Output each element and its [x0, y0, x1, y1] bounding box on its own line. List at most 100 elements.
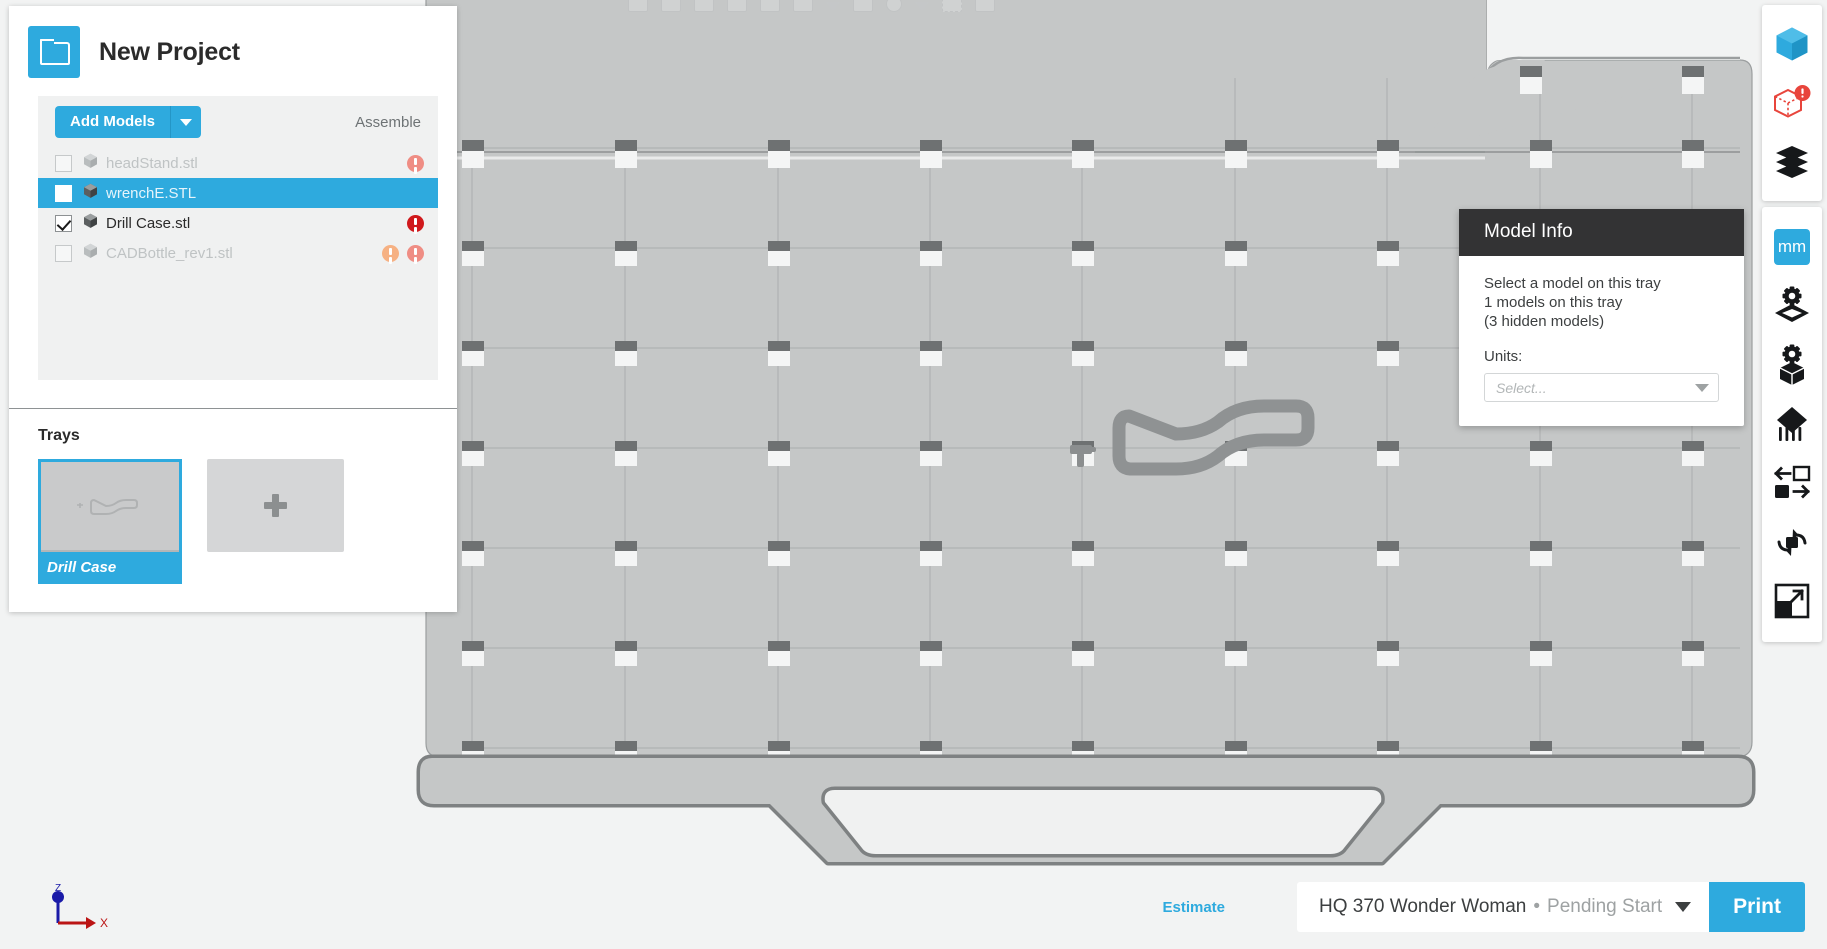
- model-name: wrenchE.STL: [106, 184, 197, 202]
- axis-z-label: Z: [55, 883, 61, 894]
- trays-title: Trays: [38, 427, 80, 444]
- axis-x-label: X: [100, 916, 108, 930]
- list-item-wrenche[interactable]: wrenchE.STL: [38, 178, 438, 208]
- units-mm-button[interactable]: mm: [1762, 217, 1822, 276]
- model-visibility-checkbox[interactable]: [55, 154, 72, 172]
- mm-units-label: mm: [1777, 236, 1807, 256]
- ghost-button[interactable]: [760, 0, 780, 12]
- estimate-button[interactable]: Estimate: [1162, 899, 1225, 916]
- list-item-headstand[interactable]: headStand.stl: [38, 148, 438, 178]
- models-toolbar: Add Models Assemble: [38, 96, 438, 148]
- model-settings-button[interactable]: [1762, 335, 1822, 394]
- trays-panel: Trays Drill Case: [9, 409, 457, 612]
- cube-icon: [83, 153, 98, 174]
- project-header: New Project: [9, 6, 457, 96]
- wireframe-cube-alert-icon: [1774, 84, 1811, 118]
- axis-orientation-widget: Z X: [44, 881, 114, 931]
- model-info-body: Select a model on this tray 1 models on …: [1459, 256, 1744, 426]
- cube-icon: [83, 183, 98, 204]
- tray-card-caption: Drill Case: [38, 552, 182, 584]
- status-badge-warning[interactable]: [407, 244, 424, 262]
- tray-card-drill-case[interactable]: Drill Case: [38, 459, 182, 584]
- tray-settings-button[interactable]: [1762, 276, 1822, 335]
- add-models-dropdown-button[interactable]: [170, 106, 201, 138]
- tray-strip: Drill Case: [38, 459, 457, 584]
- ghost-button[interactable]: [727, 0, 747, 12]
- view-mode-toolbar: [1762, 5, 1822, 201]
- project-panel: New Project Add Models Assemble headStan…: [9, 6, 457, 390]
- rotate-button[interactable]: [1762, 512, 1822, 571]
- gear-cube-icon: [1779, 344, 1805, 385]
- bottom-action-bar: Estimate HQ 370 Wonder Woman • Pending S…: [1162, 865, 1827, 949]
- tray-thumbnail[interactable]: [38, 459, 182, 552]
- cube-icon: [83, 243, 98, 264]
- add-tray-button[interactable]: [207, 459, 344, 552]
- tray-thumbnail-baseline: [41, 550, 179, 552]
- models-panel: Add Models Assemble headStand.stl wrench…: [38, 96, 438, 380]
- ghost-button[interactable]: [661, 0, 681, 12]
- tools-toolbar: mm: [1762, 207, 1822, 642]
- model-list: headStand.stl wrenchE.STL Drill Case.stl…: [38, 148, 438, 270]
- list-item-cadbottle[interactable]: CADBottle_rev1.stl: [38, 238, 438, 268]
- printer-separator: •: [1533, 896, 1541, 917]
- add-models-group: Add Models: [55, 106, 201, 138]
- status-badges: [382, 244, 424, 262]
- ghost-caret-icon[interactable]: [915, 2, 929, 12]
- model-visibility-checkbox[interactable]: [55, 244, 72, 262]
- chevron-down-icon: [180, 118, 192, 126]
- left-sidebar: New Project Add Models Assemble headStan…: [9, 6, 457, 612]
- supports-button[interactable]: [1762, 394, 1822, 453]
- status-badge-error[interactable]: [407, 214, 424, 232]
- ghost-button[interactable]: [886, 0, 902, 12]
- status-badge-caution[interactable]: [382, 244, 399, 262]
- model-list-empty-space: [38, 270, 438, 380]
- scale-button[interactable]: [1762, 571, 1822, 630]
- chevron-down-icon: [1695, 383, 1709, 392]
- model-info-line-1: Select a model on this tray: [1484, 275, 1661, 292]
- printer-panel: HQ 370 Wonder Woman • Pending Start Prin…: [1285, 872, 1817, 942]
- printer-status: Pending Start: [1547, 896, 1663, 917]
- ghost-button[interactable]: [853, 0, 873, 12]
- swap-button[interactable]: [1762, 453, 1822, 512]
- status-badge-warning[interactable]: [407, 154, 424, 172]
- ghost-button[interactable]: [975, 0, 995, 12]
- status-badges: [407, 154, 424, 172]
- model-visibility-checkbox[interactable]: [55, 214, 72, 232]
- view-layers-button[interactable]: [1762, 132, 1822, 191]
- units-select[interactable]: Select...: [1484, 373, 1719, 402]
- supports-icon: [1777, 406, 1807, 441]
- model-name: CADBottle_rev1.stl: [106, 244, 233, 262]
- ghost-button[interactable]: [694, 0, 714, 12]
- list-item-drill-case[interactable]: Drill Case.stl: [38, 208, 438, 238]
- ghost-button[interactable]: [942, 0, 962, 12]
- scale-icon: [1774, 583, 1810, 618]
- gear-diamond-icon: [1775, 286, 1809, 322]
- view-wireframe-button[interactable]: [1762, 73, 1822, 132]
- folder-icon: [28, 26, 80, 78]
- chevron-down-icon: [1675, 902, 1692, 912]
- layers-icon: [1776, 145, 1808, 178]
- print-button[interactable]: Print: [1709, 882, 1805, 932]
- ghost-button[interactable]: [793, 0, 813, 12]
- application-window: New Project Add Models Assemble headStan…: [0, 0, 1827, 949]
- model-info-line-2: 1 models on this tray: [1484, 294, 1623, 311]
- add-models-button[interactable]: Add Models: [55, 106, 170, 138]
- mm-units-icon: mm: [1774, 228, 1810, 265]
- ghost-caret-icon[interactable]: [826, 2, 840, 12]
- plus-icon: [264, 494, 287, 517]
- printer-name: HQ 370 Wonder Woman: [1319, 896, 1527, 917]
- model-name: Drill Case.stl: [106, 214, 191, 232]
- model-visibility-checkbox[interactable]: [55, 184, 72, 202]
- cube-icon: [83, 213, 98, 234]
- model-info-line-3: (3 hidden models): [1484, 313, 1605, 330]
- units-select-value: Select...: [1496, 379, 1547, 396]
- ghost-top-toolbar[interactable]: [628, 0, 1092, 12]
- model-info-title: Model Info: [1459, 209, 1744, 256]
- model-info-panel: Model Info Select a model on this tray 1…: [1459, 209, 1744, 426]
- status-badges: [407, 214, 424, 232]
- printer-select[interactable]: HQ 370 Wonder Woman • Pending Start: [1297, 882, 1710, 932]
- assemble-button[interactable]: Assemble: [355, 114, 421, 131]
- view-solid-button[interactable]: [1762, 14, 1822, 73]
- solid-cube-icon: [1776, 27, 1808, 60]
- ghost-button[interactable]: [628, 0, 648, 12]
